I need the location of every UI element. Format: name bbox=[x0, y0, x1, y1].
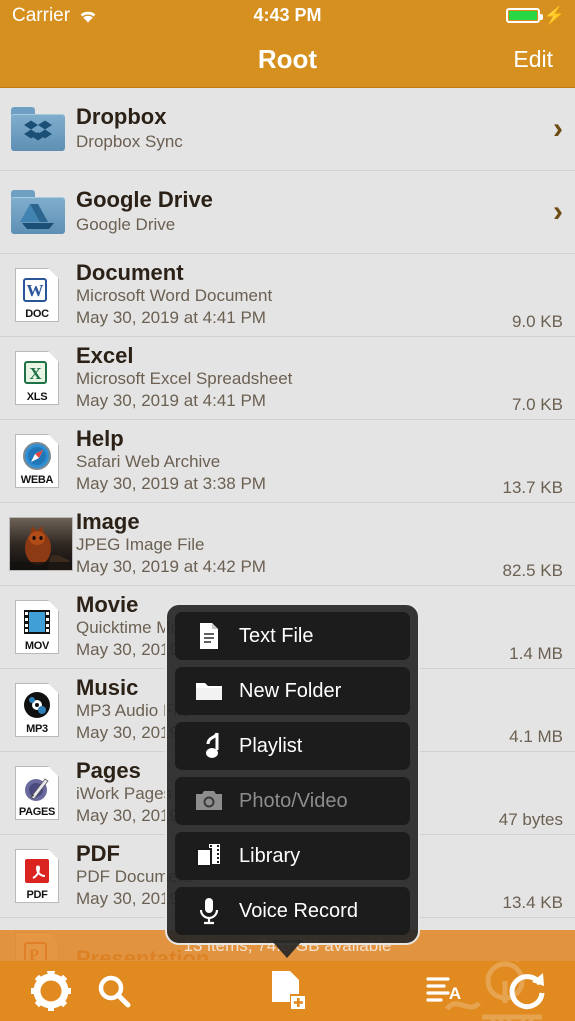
quicktime-movie-icon: MOV bbox=[8, 597, 68, 657]
item-subtitle: Safari Web Archive bbox=[76, 452, 221, 472]
menu-item-label: Playlist bbox=[239, 734, 303, 757]
item-name: Document bbox=[76, 259, 184, 285]
svg-text:X: X bbox=[29, 364, 42, 383]
battery-icon bbox=[505, 8, 543, 23]
film-library-icon bbox=[191, 843, 227, 869]
list-item[interactable]: X XLS Excel Microsoft Excel Spreadsheet … bbox=[0, 337, 575, 420]
item-size: 13.7 KB bbox=[502, 478, 564, 497]
bottom-toolbar[interactable]: A bbox=[0, 961, 575, 1021]
list-item[interactable]: Image JPEG Image File May 30, 2019 at 4:… bbox=[0, 503, 575, 586]
item-name: Image bbox=[76, 508, 140, 534]
file-type-badge: DOC bbox=[25, 308, 49, 320]
menu-item-playlist[interactable]: Playlist bbox=[175, 722, 410, 770]
item-subtitle: JPEG Image File bbox=[76, 535, 205, 555]
chevron-right-icon: › bbox=[553, 112, 563, 145]
file-type-badge: MOV bbox=[24, 640, 50, 652]
file-type-badge: MP3 bbox=[26, 723, 48, 735]
item-subtitle: Dropbox Sync bbox=[76, 132, 183, 152]
item-size: 13.4 KB bbox=[502, 893, 564, 912]
item-size: 7.0 KB bbox=[511, 395, 563, 414]
item-size: 4.1 MB bbox=[509, 727, 563, 746]
item-size: 47 bytes bbox=[498, 810, 563, 829]
pdf-document-icon: PDF bbox=[8, 846, 68, 906]
item-size: 1.4 MB bbox=[509, 644, 563, 663]
clock-label: 4:43 PM bbox=[253, 5, 322, 25]
folder-icon bbox=[191, 679, 227, 703]
item-name: Dropbox bbox=[76, 103, 167, 129]
search-button[interactable] bbox=[95, 972, 133, 1010]
refresh-button[interactable] bbox=[504, 968, 550, 1014]
status-bar: Carrier 4:43 PM ⚡ bbox=[0, 0, 575, 31]
word-document-icon: W DOC bbox=[8, 265, 68, 325]
file-type-badge: WEBA bbox=[20, 474, 54, 486]
list-item-text: Google Drive Google Drive bbox=[76, 186, 545, 237]
camera-icon bbox=[191, 789, 227, 813]
music-note-icon bbox=[191, 732, 227, 760]
item-date: May 30, 2019 at 4:42 PM bbox=[76, 557, 266, 577]
mp3-audio-icon: MP3 bbox=[8, 680, 68, 740]
navigation-bar: Root Edit bbox=[0, 31, 575, 88]
menu-item-library[interactable]: Library bbox=[175, 832, 410, 880]
menu-item-label: New Folder bbox=[239, 679, 342, 702]
dropbox-folder-icon bbox=[8, 99, 68, 159]
list-item[interactable]: Google Drive Google Drive › bbox=[0, 171, 575, 254]
status-bar-right: ⚡ bbox=[505, 6, 565, 25]
list-item[interactable]: W DOC Document Microsoft Word Document M… bbox=[0, 254, 575, 337]
item-subtitle: Microsoft Word Document bbox=[76, 286, 273, 306]
new-document-button[interactable] bbox=[268, 969, 308, 1013]
file-type-badge: XLS bbox=[26, 391, 48, 403]
item-subtitle: Google Drive bbox=[76, 215, 176, 235]
list-item[interactable]: WEBA Help Safari Web Archive May 30, 201… bbox=[0, 420, 575, 503]
list-item-text: Help Safari Web Archive May 30, 2019 at … bbox=[76, 425, 503, 496]
item-date: May 30, 2019 at 4:41 PM bbox=[76, 308, 266, 328]
item-name: Excel bbox=[76, 342, 134, 368]
edit-button[interactable]: Edit bbox=[513, 46, 553, 73]
svg-text:A: A bbox=[449, 984, 461, 1003]
item-size: 9.0 KB bbox=[511, 312, 563, 331]
menu-item-voice-record[interactable]: Voice Record bbox=[175, 887, 410, 935]
sort-button[interactable]: A bbox=[425, 974, 465, 1008]
safari-compass-icon: WEBA bbox=[8, 431, 68, 491]
text-file-icon bbox=[191, 622, 227, 650]
list-item[interactable]: Dropbox Dropbox Sync › bbox=[0, 88, 575, 171]
menu-item-label: Text File bbox=[239, 624, 314, 647]
menu-item-label: Library bbox=[239, 844, 301, 867]
sort-alpha-icon: A bbox=[425, 974, 465, 1008]
file-type-badge: PDF bbox=[26, 889, 48, 901]
menu-item-photo-video[interactable]: Photo/Video bbox=[175, 777, 410, 825]
list-item-text: Dropbox Dropbox Sync bbox=[76, 103, 545, 154]
menu-item-label: Voice Record bbox=[239, 899, 358, 922]
menu-item-label: Photo/Video bbox=[239, 789, 348, 812]
settings-button[interactable] bbox=[30, 970, 72, 1012]
list-item-text: Document Microsoft Word Document May 30,… bbox=[76, 259, 512, 330]
photo-thumbnail-fox bbox=[8, 514, 73, 574]
new-document-icon bbox=[268, 969, 308, 1013]
excel-spreadsheet-icon: X XLS bbox=[8, 348, 68, 408]
item-size: 82.5 KB bbox=[502, 561, 564, 580]
gear-icon bbox=[30, 970, 72, 1012]
item-date: May 30, 2019 at 3:38 PM bbox=[76, 474, 266, 494]
create-new-popup-menu[interactable]: Text File New Folder Playlist Photo/Vide… bbox=[165, 603, 420, 945]
item-date: May 30, 2019 at 4:41 PM bbox=[76, 391, 266, 411]
lightning-bolt-icon: ⚡ bbox=[543, 6, 565, 25]
page-title: Root bbox=[257, 43, 318, 74]
item-name: Google Drive bbox=[76, 186, 213, 212]
item-subtitle: Microsoft Excel Spreadsheet bbox=[76, 369, 293, 389]
menu-item-new-folder[interactable]: New Folder bbox=[175, 667, 410, 715]
list-item-text: Excel Microsoft Excel Spreadsheet May 30… bbox=[76, 342, 512, 413]
list-item-text: Image JPEG Image File May 30, 2019 at 4:… bbox=[76, 508, 503, 579]
google-drive-folder-icon bbox=[8, 182, 68, 242]
app-screen: Carrier 4:43 PM ⚡ Root Edit Dropbox Drop… bbox=[0, 0, 575, 1021]
menu-item-text-file[interactable]: Text File bbox=[175, 612, 410, 660]
microphone-icon bbox=[191, 897, 227, 925]
popup-arrow bbox=[271, 940, 303, 958]
file-type-badge: PAGES bbox=[18, 806, 56, 818]
search-icon bbox=[95, 972, 133, 1010]
pages-document-icon: PAGES bbox=[8, 763, 68, 823]
refresh-sync-icon bbox=[504, 968, 550, 1014]
svg-text:W: W bbox=[27, 281, 44, 300]
item-name: Help bbox=[76, 425, 124, 451]
chevron-right-icon: › bbox=[553, 195, 563, 228]
